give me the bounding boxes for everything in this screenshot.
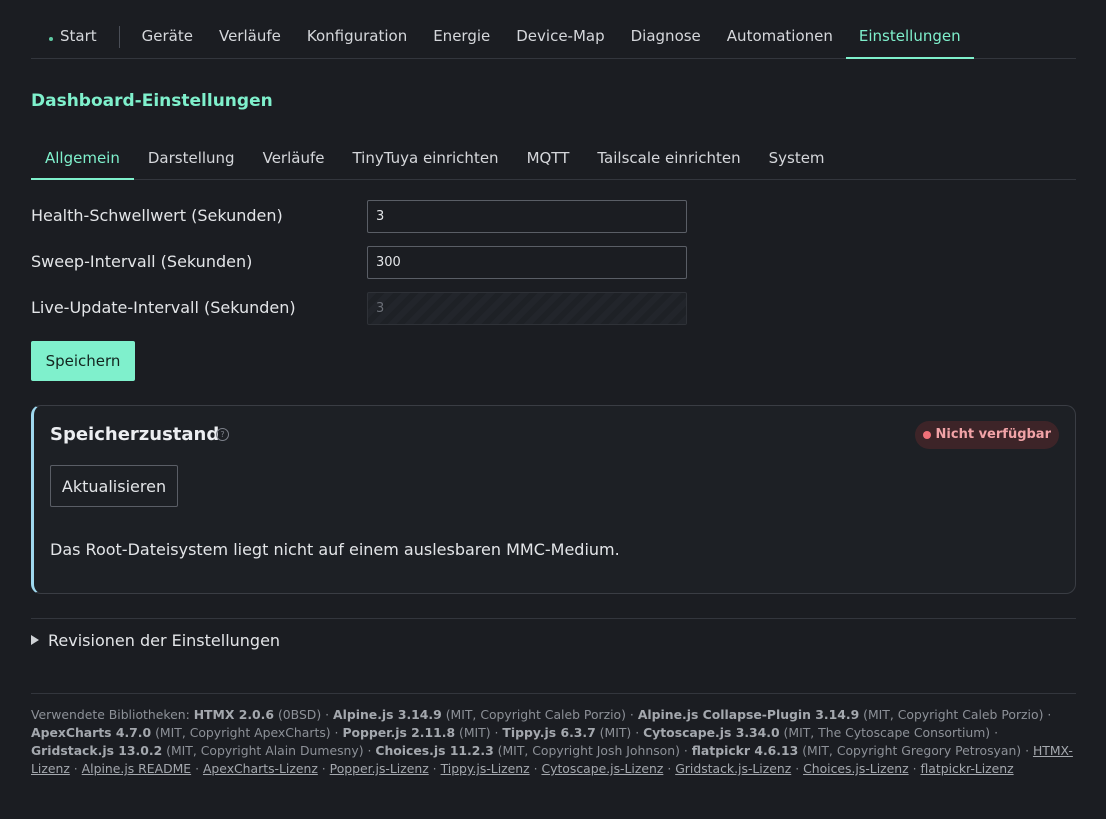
error-dot-icon	[922, 431, 931, 439]
library-license: (0BSD)	[274, 707, 322, 722]
refresh-button[interactable]: Aktualisieren	[50, 465, 178, 507]
footer-separator: ·	[321, 707, 334, 722]
library-name: Choices.js 11.2.3	[375, 743, 494, 758]
revisions-label: Revisionen der Einstellungen	[48, 631, 281, 650]
footer-separator: ·	[69, 761, 82, 776]
footer-separator: ·	[679, 743, 692, 758]
health-threshold-row: Health-Schwellwert (Sekunden)	[31, 200, 691, 234]
library-license: (MIT)	[595, 725, 632, 740]
library-license: (MIT, Copyright Caleb Porzio)	[859, 707, 1044, 722]
library-license: (MIT, Copyright Gregory Petrosyan)	[798, 743, 1022, 758]
tab-system[interactable]: System	[755, 138, 839, 179]
status-dot-icon	[49, 37, 53, 41]
library-name: flatpickr 4.6.13	[691, 743, 799, 758]
license-link[interactable]: Popper.js-Lizenz	[330, 761, 429, 776]
library-name: Alpine.js Collapse-Plugin 3.14.9	[637, 707, 860, 722]
nav-item-start[interactable]: Start	[31, 14, 119, 58]
sweep-interval-input[interactable]	[367, 246, 687, 279]
library-license: (MIT, Copyright Josh Johnson)	[493, 743, 680, 758]
footer-separator: ·	[990, 725, 999, 740]
library-license: (MIT, Copyright Alain Dumesny)	[162, 743, 364, 758]
license-link[interactable]: Tippy.js-Lizenz	[441, 761, 530, 776]
status-badge: Nicht verfügbar	[914, 421, 1059, 449]
page-title: Dashboard-Einstellungen	[31, 91, 273, 111]
footer-separator: ·	[490, 725, 503, 740]
library-license: (MIT, The Cytoscape Consortium)	[779, 725, 991, 740]
footer-credits: Verwendete Bibliotheken: HTMX 2.0.6 (0BS…	[31, 706, 1076, 778]
nav-item-verlaeufe[interactable]: Verläufe	[206, 14, 294, 58]
library-name: HTMX 2.0.6	[193, 707, 274, 722]
library-license: (MIT, Copyright ApexCharts)	[151, 725, 331, 740]
footer-separator: ·	[625, 707, 638, 722]
tab-mqtt[interactable]: MQTT	[513, 138, 584, 179]
footer-separator: ·	[191, 761, 203, 776]
settings-tabs: Allgemein Darstellung Verläufe TinyTuya …	[31, 138, 1076, 180]
tab-darstellung[interactable]: Darstellung	[134, 138, 249, 179]
footer-separator: ·	[1043, 707, 1052, 722]
license-link[interactable]: Choices.js-Lizenz	[803, 761, 909, 776]
library-license: (MIT, Copyright Caleb Porzio)	[441, 707, 626, 722]
library-name: Popper.js 2.11.8	[342, 725, 456, 740]
nav-item-label: Start	[60, 27, 97, 45]
disclosure-triangle-icon	[31, 635, 39, 645]
live-update-interval-label: Live-Update-Intervall (Sekunden)	[31, 298, 296, 317]
library-name: Alpine.js 3.14.9	[333, 707, 442, 722]
health-threshold-label: Health-Schwellwert (Sekunden)	[31, 206, 283, 225]
nav-item-einstellungen[interactable]: Einstellungen	[845, 14, 974, 59]
save-button[interactable]: Speichern	[31, 341, 135, 381]
footer-intro: Verwendete Bibliotheken:	[31, 707, 194, 722]
license-link[interactable]: Gridstack.js-Lizenz	[675, 761, 791, 776]
sweep-interval-label: Sweep-Intervall (Sekunden)	[31, 252, 253, 271]
nav-item-automationen[interactable]: Automationen	[714, 14, 846, 58]
top-navigation: Start Geräte Verläufe Konfiguration Ener…	[31, 14, 1076, 59]
footer-separator: ·	[1021, 743, 1033, 758]
help-icon[interactable]: ?	[216, 428, 229, 441]
tab-allgemein[interactable]: Allgemein	[31, 138, 134, 180]
license-link[interactable]: Cytoscape.js-Lizenz	[541, 761, 663, 776]
library-name: Gridstack.js 13.0.2	[31, 743, 163, 758]
tab-verlaeufe[interactable]: Verläufe	[249, 138, 339, 179]
live-update-interval-input	[367, 292, 687, 325]
library-name: ApexCharts 4.7.0	[31, 725, 152, 740]
nav-item-energie[interactable]: Energie	[420, 14, 503, 58]
license-link[interactable]: flatpickr-Lizenz	[920, 761, 1013, 776]
nav-item-diagnose[interactable]: Diagnose	[618, 14, 714, 58]
nav-separator	[118, 26, 120, 48]
revisions-toggle[interactable]: Revisionen der Einstellungen	[31, 631, 280, 650]
nav-item-device-map[interactable]: Device-Map	[503, 14, 617, 58]
nav-item-konfiguration[interactable]: Konfiguration	[294, 14, 420, 58]
library-license: (MIT)	[455, 725, 491, 740]
storage-status-message: Das Root-Dateisystem liegt nicht auf ein…	[50, 540, 620, 559]
footer-separator: ·	[631, 725, 644, 740]
footer-separator: ·	[663, 761, 676, 776]
footer-separator: ·	[908, 761, 921, 776]
status-badge-label: Nicht verfügbar	[935, 427, 1051, 442]
library-name: Tippy.js 6.3.7	[502, 725, 596, 740]
footer-separator: ·	[317, 761, 330, 776]
footer-separator: ·	[428, 761, 441, 776]
health-threshold-input[interactable]	[367, 200, 687, 233]
tab-tinytuya[interactable]: TinyTuya einrichten	[338, 138, 512, 179]
storage-status-title: Speicherzustand	[50, 424, 220, 445]
divider	[31, 618, 1076, 619]
license-link[interactable]: ApexCharts-Lizenz	[203, 761, 318, 776]
library-name: Cytoscape.js 3.34.0	[643, 725, 780, 740]
tab-tailscale[interactable]: Tailscale einrichten	[583, 138, 754, 179]
live-update-interval-row: Live-Update-Intervall (Sekunden)	[31, 292, 691, 326]
footer-separator: ·	[330, 725, 343, 740]
footer-separator: ·	[529, 761, 542, 776]
license-link[interactable]: Alpine.js README	[82, 761, 191, 776]
footer-divider	[31, 693, 1076, 694]
sweep-interval-row: Sweep-Intervall (Sekunden)	[31, 246, 691, 280]
nav-item-geraete[interactable]: Geräte	[129, 14, 206, 58]
settings-page: Start Geräte Verläufe Konfiguration Ener…	[0, 0, 1106, 819]
footer-separator: ·	[363, 743, 376, 758]
storage-status-card: Speicherzustand ? Nicht verfügbar Aktual…	[31, 405, 1076, 594]
footer-separator: ·	[791, 761, 804, 776]
